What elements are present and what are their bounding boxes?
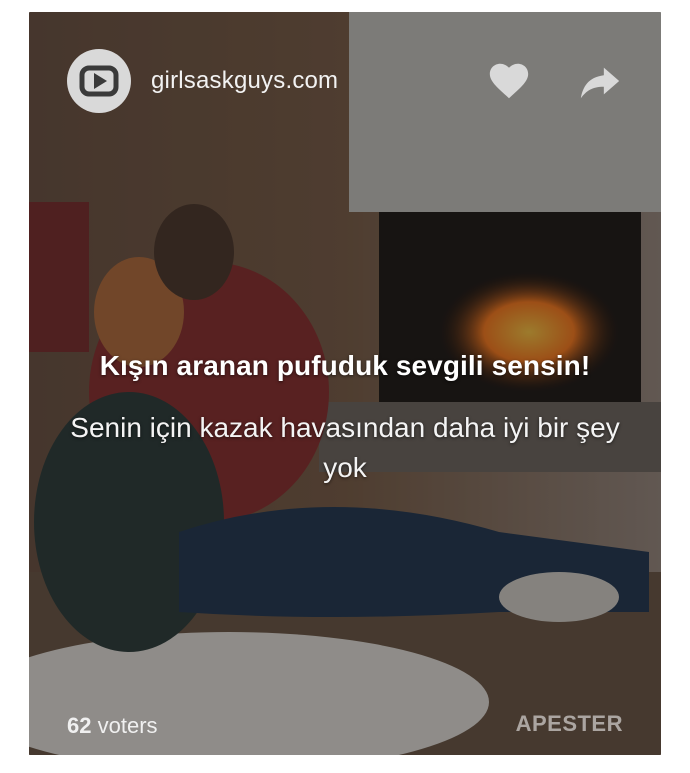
result-text: Kışın aranan pufuduk sevgili sensin! Sen… xyxy=(29,350,661,488)
voters-number: 62 xyxy=(67,713,92,738)
site-name[interactable]: girlsaskguys.com xyxy=(151,67,338,95)
share-arrow-icon[interactable] xyxy=(577,58,623,104)
heart-icon[interactable] xyxy=(486,58,532,104)
card-header: girlsaskguys.com xyxy=(67,49,623,113)
voters-label: voters xyxy=(97,713,158,738)
result-subtitle: Senin için kazak havasından daha iyi bir… xyxy=(70,412,620,483)
voters-count: 62 voters xyxy=(67,713,158,739)
apester-logo[interactable]: APESTER xyxy=(516,711,623,737)
quiz-card[interactable]: girlsaskguys.com Kışın aranan pufuduk se… xyxy=(29,12,661,755)
result-title: Kışın aranan pufuduk sevgili sensin! xyxy=(99,350,591,381)
play-logo-icon[interactable] xyxy=(67,49,131,113)
